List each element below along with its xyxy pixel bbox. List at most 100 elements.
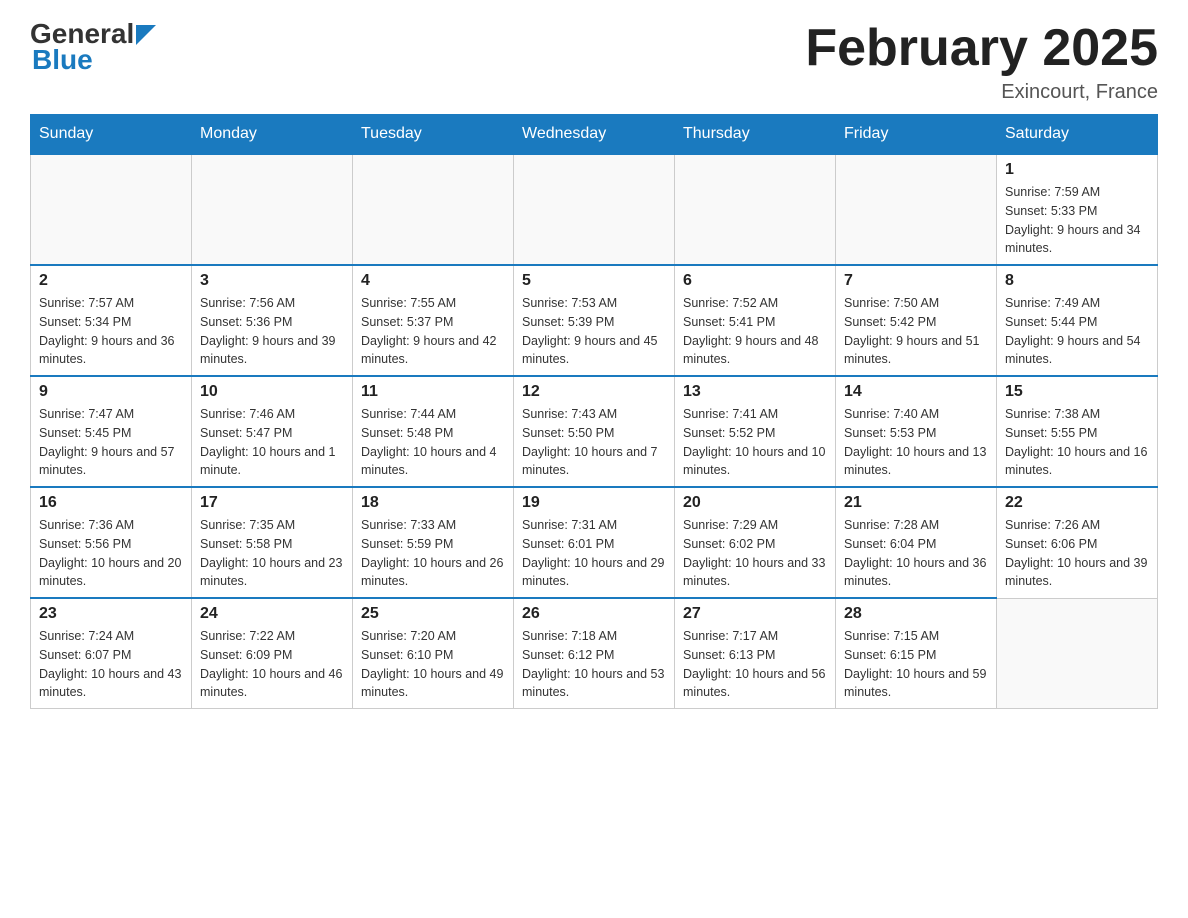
table-row: 19Sunrise: 7:31 AM Sunset: 6:01 PM Dayli… (514, 487, 675, 598)
table-row: 7 Sunrise: 7:50 AM Sunset: 5:42 PM Daylig… (836, 265, 997, 376)
col-sunday: Sunday (31, 115, 192, 155)
table-row (514, 154, 675, 265)
table-row: 3 Sunrise: 7:56 AM Sunset: 5:36 PM Daylig… (192, 265, 353, 376)
day-info: Sunrise: 7:17 AM Sunset: 6:13 PM Dayligh… (683, 627, 827, 702)
day-number: 26 (522, 605, 666, 623)
table-row: 26 Sunrise: 7:18 AM Sunset: 6:12 PM Dayli… (514, 598, 675, 709)
table-row (31, 154, 192, 265)
day-info: Sunrise: 7:35 AM Sunset: 5:58 PM Dayligh… (200, 516, 344, 591)
day-info: Sunrise: 7:38 AM Sunset: 5:55 PM Dayligh… (1005, 405, 1149, 480)
day-info: Sunrise: 7:26 AM Sunset: 6:06 PM Dayligh… (1005, 516, 1149, 591)
day-number: 23 (39, 605, 183, 623)
day-info: Sunrise: 7:56 AM Sunset: 5:36 PM Dayligh… (200, 294, 344, 369)
col-saturday: Saturday (997, 115, 1158, 155)
day-info: Sunrise: 7:22 AM Sunset: 6:09 PM Dayligh… (200, 627, 344, 702)
day-number: 24 (200, 605, 344, 623)
day-number: 6 (683, 272, 827, 290)
day-number: 4 (361, 272, 505, 290)
col-tuesday: Tuesday (353, 115, 514, 155)
day-number: 22 (1005, 494, 1149, 512)
logo-arrow-icon (136, 25, 156, 45)
day-number: 25 (361, 605, 505, 623)
day-info: Sunrise: 7:47 AM Sunset: 5:45 PM Dayligh… (39, 405, 183, 480)
day-info: Sunrise: 7:31 AM Sunset: 6:01 PM Dayligh… (522, 516, 666, 591)
table-row: 18 Sunrise: 7:33 AM Sunset: 5:59 PM Dayli… (353, 487, 514, 598)
day-info: Sunrise: 7:46 AM Sunset: 5:47 PM Dayligh… (200, 405, 344, 480)
table-row: 1 Sunrise: 7:59 AM Sunset: 5:33 PM Daylig… (997, 154, 1158, 265)
day-info: Sunrise: 7:15 AM Sunset: 6:15 PM Dayligh… (844, 627, 988, 702)
table-row: 11 Sunrise: 7:44 AM Sunset: 5:48 PM Dayli… (353, 376, 514, 487)
day-number: 11 (361, 383, 505, 401)
day-info: Sunrise: 7:28 AM Sunset: 6:04 PM Dayligh… (844, 516, 988, 591)
table-row: 21 Sunrise: 7:28 AM Sunset: 6:04 PM Dayli… (836, 487, 997, 598)
day-info: Sunrise: 7:40 AM Sunset: 5:53 PM Dayligh… (844, 405, 988, 480)
table-row (675, 154, 836, 265)
day-number: 2 (39, 272, 183, 290)
table-row (997, 598, 1158, 709)
day-info: Sunrise: 7:20 AM Sunset: 6:10 PM Dayligh… (361, 627, 505, 702)
calendar-week-row: 23 Sunrise: 7:24 AM Sunset: 6:07 PM Dayli… (31, 598, 1158, 709)
day-info: Sunrise: 7:52 AM Sunset: 5:41 PM Dayligh… (683, 294, 827, 369)
day-info: Sunrise: 7:43 AM Sunset: 5:50 PM Dayligh… (522, 405, 666, 480)
day-number: 3 (200, 272, 344, 290)
day-number: 20 (683, 494, 827, 512)
day-info: Sunrise: 7:57 AM Sunset: 5:34 PM Dayligh… (39, 294, 183, 369)
day-number: 7 (844, 272, 988, 290)
logo: General Blue (30, 20, 156, 76)
day-info: Sunrise: 7:50 AM Sunset: 5:42 PM Dayligh… (844, 294, 988, 369)
day-number: 13 (683, 383, 827, 401)
table-row (353, 154, 514, 265)
table-row: 14 Sunrise: 7:40 AM Sunset: 5:53 PM Dayli… (836, 376, 997, 487)
day-number: 21 (844, 494, 988, 512)
table-row: 2 Sunrise: 7:57 AM Sunset: 5:34 PM Daylig… (31, 265, 192, 376)
col-monday: Monday (192, 115, 353, 155)
day-info: Sunrise: 7:33 AM Sunset: 5:59 PM Dayligh… (361, 516, 505, 591)
day-info: Sunrise: 7:41 AM Sunset: 5:52 PM Dayligh… (683, 405, 827, 480)
col-friday: Friday (836, 115, 997, 155)
table-row: 10 Sunrise: 7:46 AM Sunset: 5:47 PM Dayli… (192, 376, 353, 487)
day-info: Sunrise: 7:18 AM Sunset: 6:12 PM Dayligh… (522, 627, 666, 702)
day-info: Sunrise: 7:55 AM Sunset: 5:37 PM Dayligh… (361, 294, 505, 369)
calendar-week-row: 16 Sunrise: 7:36 AM Sunset: 5:56 PM Dayli… (31, 487, 1158, 598)
day-info: Sunrise: 7:29 AM Sunset: 6:02 PM Dayligh… (683, 516, 827, 591)
location-label: Exincourt, France (805, 81, 1158, 104)
calendar-week-row: 9Sunrise: 7:47 AM Sunset: 5:45 PM Daylig… (31, 376, 1158, 487)
day-info: Sunrise: 7:49 AM Sunset: 5:44 PM Dayligh… (1005, 294, 1149, 369)
table-row: 23 Sunrise: 7:24 AM Sunset: 6:07 PM Dayli… (31, 598, 192, 709)
table-row: 27 Sunrise: 7:17 AM Sunset: 6:13 PM Dayli… (675, 598, 836, 709)
table-row: 28 Sunrise: 7:15 AM Sunset: 6:15 PM Dayli… (836, 598, 997, 709)
col-wednesday: Wednesday (514, 115, 675, 155)
table-row: 24 Sunrise: 7:22 AM Sunset: 6:09 PM Dayli… (192, 598, 353, 709)
page-header: General Blue February 2025 Exincourt, Fr… (30, 20, 1158, 104)
table-row: 12 Sunrise: 7:43 AM Sunset: 5:50 PM Dayli… (514, 376, 675, 487)
calendar-week-row: 1 Sunrise: 7:59 AM Sunset: 5:33 PM Daylig… (31, 154, 1158, 265)
day-number: 1 (1005, 161, 1149, 179)
day-number: 12 (522, 383, 666, 401)
day-number: 14 (844, 383, 988, 401)
day-number: 10 (200, 383, 344, 401)
title-section: February 2025 Exincourt, France (805, 20, 1158, 104)
table-row: 25 Sunrise: 7:20 AM Sunset: 6:10 PM Dayli… (353, 598, 514, 709)
day-info: Sunrise: 7:36 AM Sunset: 5:56 PM Dayligh… (39, 516, 183, 591)
calendar-table: Sunday Monday Tuesday Wednesday Thursday… (30, 114, 1158, 709)
day-number: 27 (683, 605, 827, 623)
table-row: 17Sunrise: 7:35 AM Sunset: 5:58 PM Dayli… (192, 487, 353, 598)
table-row: 4 Sunrise: 7:55 AM Sunset: 5:37 PM Daylig… (353, 265, 514, 376)
table-row (192, 154, 353, 265)
day-info: Sunrise: 7:53 AM Sunset: 5:39 PM Dayligh… (522, 294, 666, 369)
table-row: 16 Sunrise: 7:36 AM Sunset: 5:56 PM Dayli… (31, 487, 192, 598)
table-row: 15Sunrise: 7:38 AM Sunset: 5:55 PM Dayli… (997, 376, 1158, 487)
day-info: Sunrise: 7:44 AM Sunset: 5:48 PM Dayligh… (361, 405, 505, 480)
table-row: 22 Sunrise: 7:26 AM Sunset: 6:06 PM Dayli… (997, 487, 1158, 598)
day-number: 18 (361, 494, 505, 512)
table-row: 13 Sunrise: 7:41 AM Sunset: 5:52 PM Dayli… (675, 376, 836, 487)
col-thursday: Thursday (675, 115, 836, 155)
day-number: 28 (844, 605, 988, 623)
day-info: Sunrise: 7:59 AM Sunset: 5:33 PM Dayligh… (1005, 183, 1149, 258)
table-row (836, 154, 997, 265)
day-number: 8 (1005, 272, 1149, 290)
day-number: 16 (39, 494, 183, 512)
day-info: Sunrise: 7:24 AM Sunset: 6:07 PM Dayligh… (39, 627, 183, 702)
table-row: 20 Sunrise: 7:29 AM Sunset: 6:02 PM Dayli… (675, 487, 836, 598)
calendar-week-row: 2 Sunrise: 7:57 AM Sunset: 5:34 PM Daylig… (31, 265, 1158, 376)
